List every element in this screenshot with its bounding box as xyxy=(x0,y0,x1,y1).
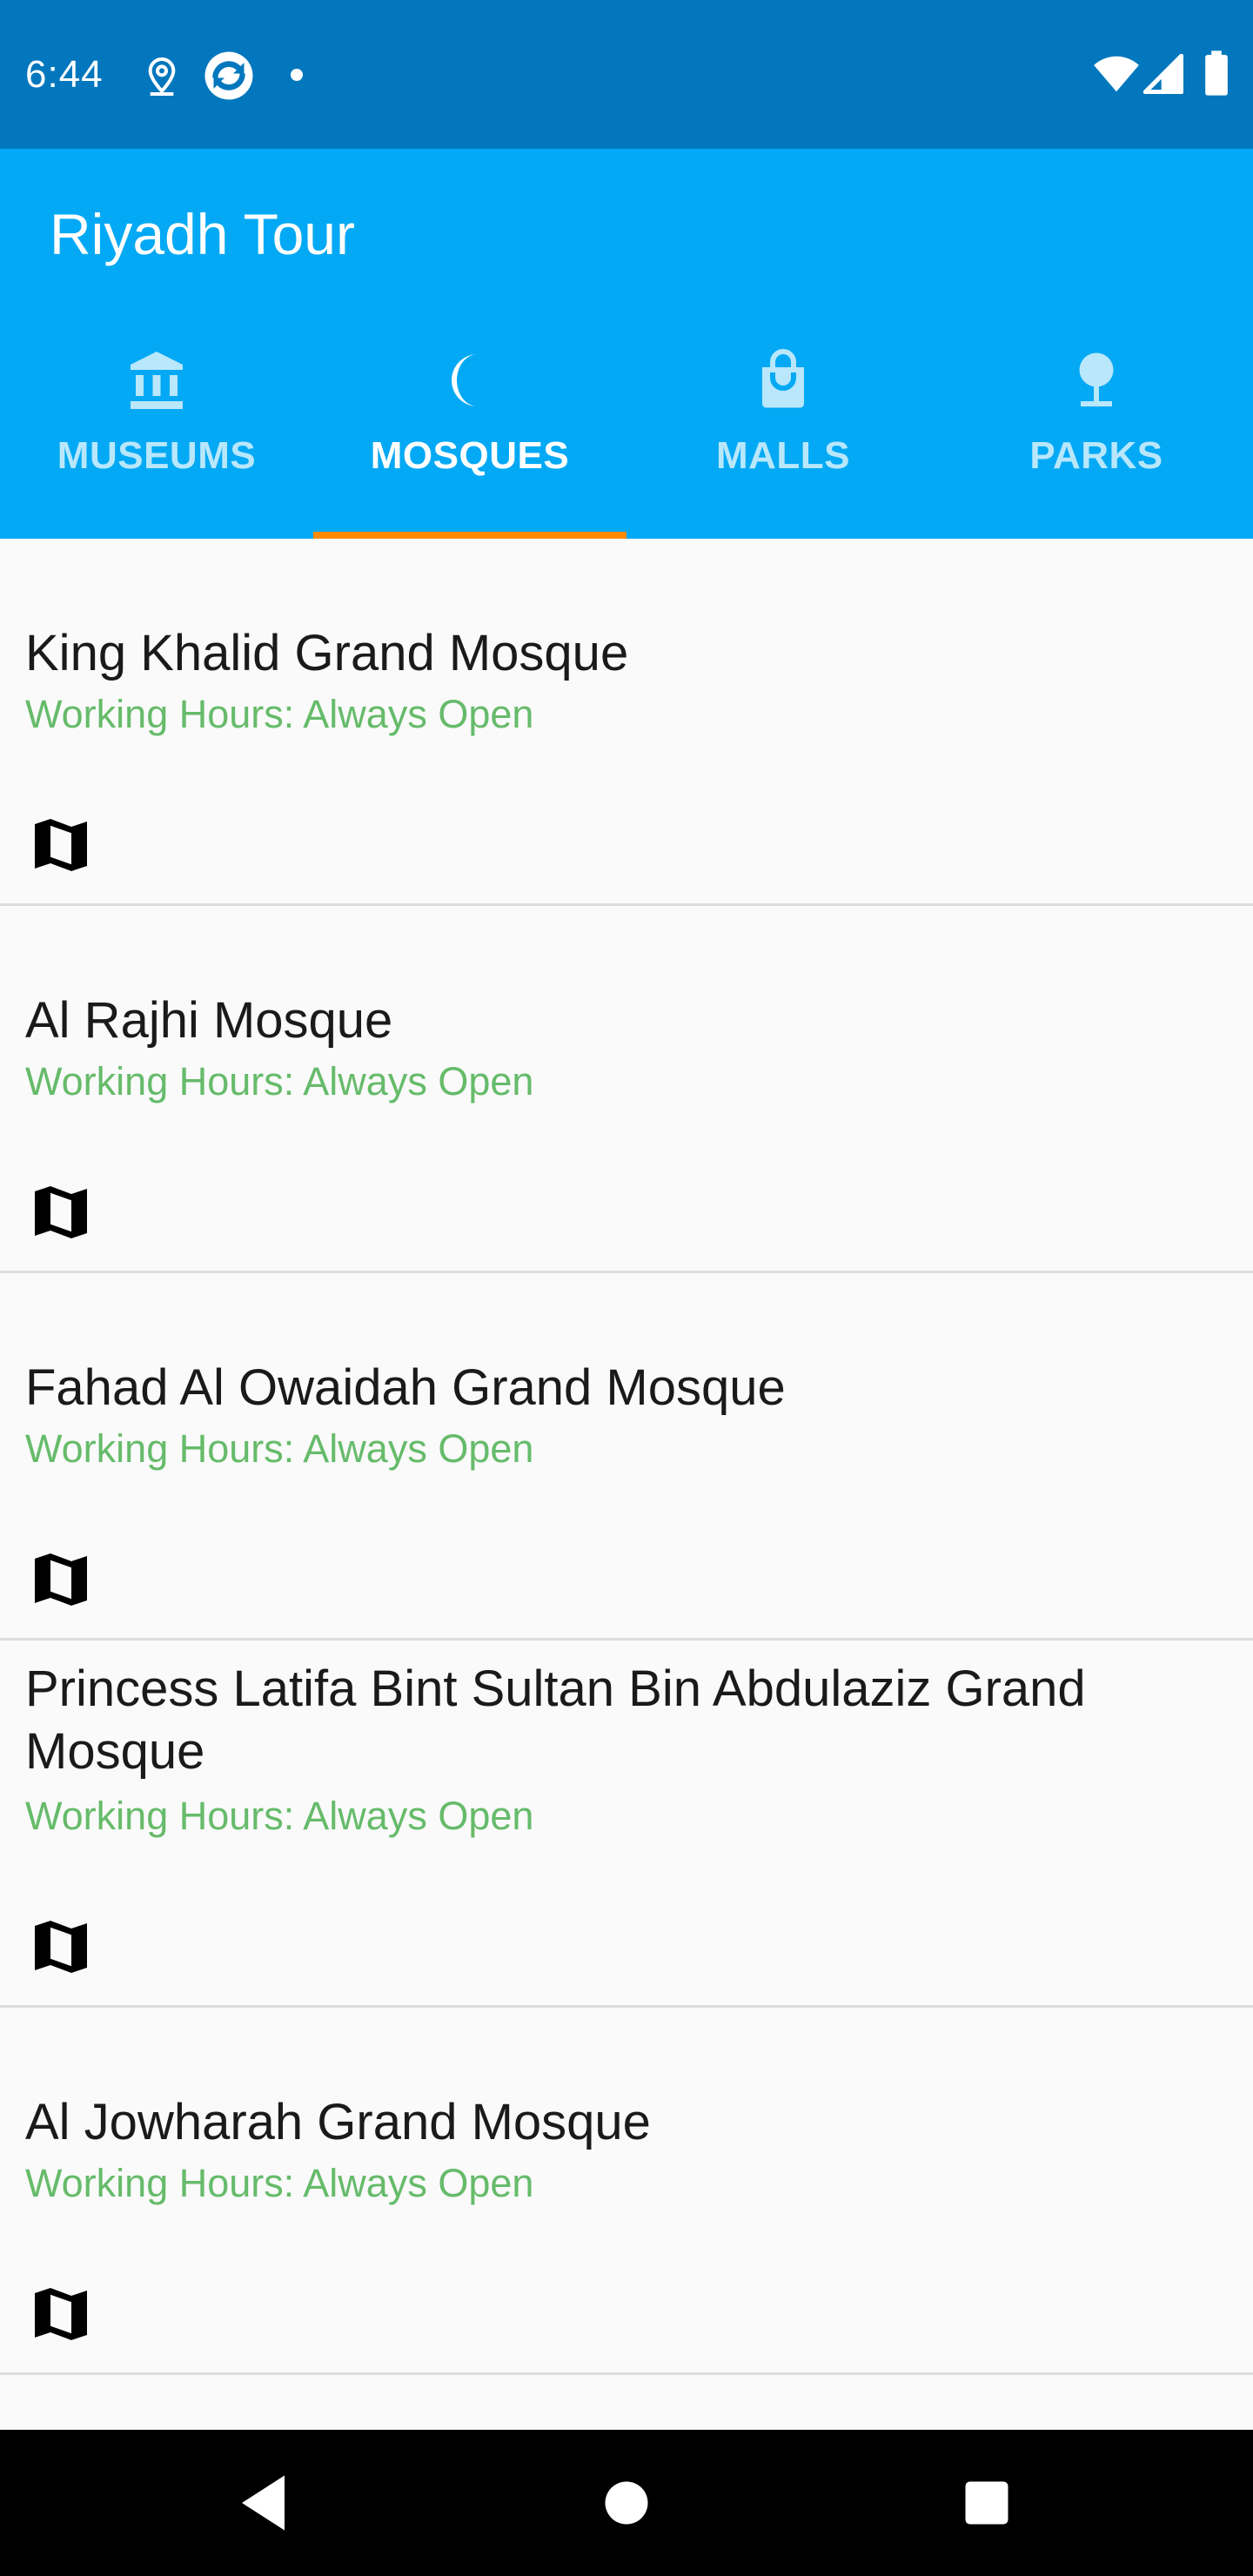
tab-bar: MUSEUMS MOSQUES MALLS PARKS xyxy=(0,314,1253,539)
place-name: Fahad Al Owaidah Grand Mosque xyxy=(25,1359,786,1416)
shopping-bag-icon xyxy=(762,349,804,408)
map-icon[interactable] xyxy=(30,1548,92,1611)
place-name: Al Jowharah Grand Mosque xyxy=(25,2094,651,2150)
recents-icon[interactable] xyxy=(950,2466,1023,2539)
place-name: King Khalid Grand Mosque xyxy=(25,625,629,681)
list-item[interactable]: Al Rajhi Mosque Working Hours: Always Op… xyxy=(0,906,1253,1273)
list-item[interactable]: Al Jowharah Grand Mosque Working Hours: … xyxy=(0,2008,1253,2375)
museum-icon xyxy=(131,352,183,409)
place-name: Princess Latifa Bint Sultan Bin Abdulazi… xyxy=(25,1660,1086,1780)
tab-parks-label: PARKS xyxy=(1029,434,1163,477)
home-icon[interactable] xyxy=(590,2466,663,2539)
back-icon[interactable] xyxy=(230,2466,303,2539)
tab-selected-indicator xyxy=(313,532,626,539)
system-nav-bar xyxy=(0,2430,1253,2576)
status-time: 6:44 xyxy=(25,53,104,96)
working-hours: Working Hours: Always Open xyxy=(25,692,534,736)
tab-mosques[interactable]: MOSQUES xyxy=(313,314,626,539)
map-icon[interactable] xyxy=(30,2283,92,2345)
working-hours: Working Hours: Always Open xyxy=(25,1059,534,1104)
place-name: Al Rajhi Mosque xyxy=(25,992,393,1049)
tree-icon xyxy=(1079,352,1114,406)
app-title: Riyadh Tour xyxy=(50,202,355,266)
map-icon[interactable] xyxy=(30,1181,92,1244)
battery-icon xyxy=(1205,50,1228,96)
list-item[interactable]: Princess Latifa Bint Sultan Bin Abdulazi… xyxy=(0,1640,1253,2008)
list-item[interactable]: Fahad Al Owaidah Grand Mosque Working Ho… xyxy=(0,1273,1253,1640)
notification-dot-icon xyxy=(291,69,303,81)
tab-mosques-label: MOSQUES xyxy=(370,434,570,477)
tab-malls-label: MALLS xyxy=(715,434,851,477)
status-bar: 6:44 xyxy=(0,0,1253,149)
map-icon[interactable] xyxy=(30,814,92,876)
tab-parks[interactable]: PARKS xyxy=(940,314,1253,539)
working-hours: Working Hours: Always Open xyxy=(25,2161,534,2205)
app-bar: Riyadh Tour MUSEUMS MOSQUES MALLS PARKS xyxy=(0,149,1253,539)
working-hours: Working Hours: Always Open xyxy=(25,1426,534,1471)
crescent-moon-icon xyxy=(452,354,478,406)
tab-museums-label: MUSEUMS xyxy=(57,434,257,477)
working-hours: Working Hours: Always Open xyxy=(25,1794,534,1838)
sync-app-icon xyxy=(204,51,253,100)
list-item[interactable]: King Khalid Grand Mosque Working Hours: … xyxy=(0,539,1253,906)
wifi-icon xyxy=(1094,56,1139,92)
map-icon[interactable] xyxy=(30,1915,92,1978)
place-list: King Khalid Grand Mosque Working Hours: … xyxy=(0,539,1253,2375)
cell-signal-icon xyxy=(1143,54,1183,94)
tab-museums[interactable]: MUSEUMS xyxy=(0,314,313,539)
tab-malls[interactable]: MALLS xyxy=(626,314,940,539)
location-pin-icon xyxy=(148,57,176,96)
